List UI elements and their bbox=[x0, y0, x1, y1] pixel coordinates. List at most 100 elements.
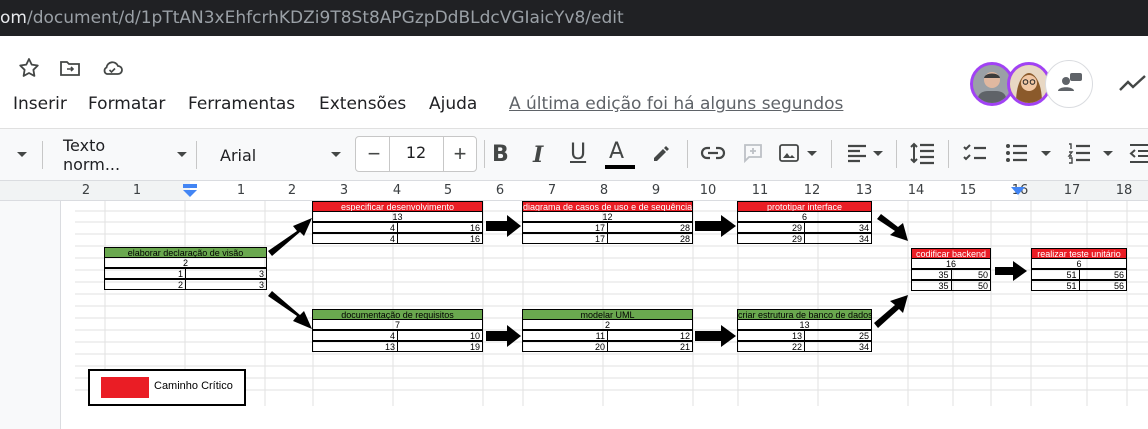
add-comment-icon[interactable] bbox=[742, 142, 764, 164]
indent-marker-icon[interactable] bbox=[182, 183, 198, 199]
divider bbox=[196, 141, 197, 169]
task-duration: 13 bbox=[312, 211, 483, 222]
task-duration: 6 bbox=[737, 211, 872, 222]
late-finish: 16 bbox=[397, 234, 482, 244]
late-finish: 34 bbox=[804, 342, 871, 352]
font-select-value: Arial bbox=[220, 145, 257, 165]
duration-value: 6 bbox=[801, 212, 807, 222]
italic-button[interactable]: I bbox=[533, 142, 543, 168]
address-bar[interactable]: om/document/d/1pTtAN3xEhfcrhKDZi9T8St8AP… bbox=[0, 0, 1148, 36]
task-early-row: 11 12 bbox=[522, 330, 693, 341]
ruler-label: 1 bbox=[132, 183, 142, 198]
menu-extensions[interactable]: Extensões bbox=[319, 94, 406, 114]
menu-insert[interactable]: Inserir bbox=[13, 94, 67, 114]
docs-window: om/document/d/1pTtAN3xEhfcrhKDZi9T8St8AP… bbox=[0, 0, 1148, 429]
insert-image-icon[interactable] bbox=[778, 142, 800, 164]
ruler-label: 5 bbox=[443, 183, 453, 198]
url-path: /document/d/1pTtAN3xEhfcrhKDZi9T8St8APGz… bbox=[26, 8, 624, 28]
early-start: 17 bbox=[594, 223, 605, 233]
early-start: 1 bbox=[177, 269, 183, 279]
ruler-label: 10 bbox=[699, 183, 717, 198]
task-early-row: 17 28 bbox=[522, 222, 693, 233]
last-edit-link[interactable]: A última edição foi há alguns segundos bbox=[509, 94, 843, 114]
menu-format[interactable]: Formatar bbox=[88, 94, 165, 114]
menu-tools[interactable]: Ferramentas bbox=[188, 94, 295, 114]
early-finish: 28 bbox=[607, 223, 692, 233]
ruler-label: 15 bbox=[959, 183, 977, 198]
anonymous-viewers-button[interactable] bbox=[1045, 60, 1093, 108]
task-title: modelar UML bbox=[522, 309, 693, 319]
bulleted-list-icon[interactable] bbox=[1005, 142, 1029, 164]
chevron-down-icon[interactable] bbox=[806, 150, 818, 158]
ruler-label: 7 bbox=[547, 183, 557, 198]
chevron-down-icon bbox=[331, 152, 341, 157]
task-title: diagrama de casos de uso e de sequência bbox=[522, 201, 693, 211]
task-early-row: 13 25 bbox=[737, 330, 872, 341]
decrease-indent-icon[interactable] bbox=[1128, 142, 1148, 164]
star-icon[interactable] bbox=[17, 56, 41, 80]
chevron-down-icon[interactable] bbox=[1102, 150, 1114, 158]
underline-button[interactable]: U bbox=[570, 140, 586, 165]
right-indent-marker-icon[interactable] bbox=[1011, 185, 1025, 197]
task-node-elaborar: elaborar declaração de visão 2 13 23 bbox=[104, 247, 267, 290]
arrow-icon bbox=[268, 291, 312, 329]
ruler-label: 11 bbox=[751, 183, 769, 198]
style-select[interactable]: Texto norm... bbox=[63, 129, 188, 181]
font-size-input[interactable]: 12 bbox=[390, 143, 442, 162]
font-select[interactable]: Arial bbox=[220, 129, 345, 181]
task-node-diagrama: diagrama de casos de uso e de sequência … bbox=[522, 201, 693, 244]
chevron-down-icon[interactable] bbox=[16, 151, 28, 159]
align-left-icon[interactable] bbox=[846, 143, 868, 163]
early-start: 4 bbox=[389, 223, 395, 233]
legend: Caminho Crítico bbox=[88, 369, 246, 406]
chevron-down-icon[interactable] bbox=[872, 150, 884, 158]
late-finish: 50 bbox=[950, 281, 991, 291]
decrease-font-size-button[interactable]: − bbox=[362, 140, 386, 168]
divider bbox=[484, 140, 485, 168]
early-finish: 25 bbox=[804, 331, 871, 341]
ruler-label: 13 bbox=[855, 183, 873, 198]
task-node-documentacao: documentação de requisitos 7 4 10 13 19 bbox=[312, 309, 483, 352]
task-title: criar estrutura de banco de dados bbox=[737, 309, 872, 319]
line-spacing-icon[interactable] bbox=[910, 141, 936, 165]
menu-help[interactable]: Ajuda bbox=[429, 94, 477, 114]
task-node-teste: realizar teste unitário 6 51 56 51 56 bbox=[1031, 248, 1127, 291]
increase-font-size-button[interactable]: + bbox=[448, 140, 472, 168]
ruler-label: 2 bbox=[287, 183, 297, 198]
cloud-saved-icon[interactable] bbox=[100, 56, 124, 80]
arrow-icon bbox=[877, 214, 908, 241]
text-color-button[interactable]: A bbox=[609, 139, 624, 164]
task-title: codificar backend bbox=[911, 248, 991, 258]
link-icon[interactable] bbox=[700, 143, 726, 163]
divider bbox=[896, 140, 897, 168]
task-duration: 12 bbox=[522, 211, 693, 222]
user-photo-icon bbox=[973, 65, 1011, 103]
late-finish: 28 bbox=[607, 234, 692, 244]
duration-value: 2 bbox=[604, 320, 610, 330]
bold-button[interactable]: B bbox=[492, 142, 509, 167]
move-folder-icon[interactable] bbox=[58, 56, 82, 80]
duration-value: 12 bbox=[602, 212, 613, 222]
late-start: 17 bbox=[594, 234, 605, 244]
task-duration: 16 bbox=[911, 258, 991, 269]
arrow-icon bbox=[486, 325, 521, 347]
numbered-list-icon[interactable] bbox=[1067, 142, 1091, 164]
arrow-icon bbox=[995, 261, 1027, 281]
trending-icon[interactable] bbox=[1118, 72, 1148, 96]
ruler-label: 3 bbox=[339, 183, 349, 198]
task-late-row: 35 50 bbox=[911, 280, 991, 291]
ruler-label: 1 bbox=[236, 183, 246, 198]
checklist-icon[interactable] bbox=[962, 142, 988, 164]
chevron-down-icon bbox=[177, 152, 188, 157]
task-title: documentação de requisitos bbox=[312, 309, 483, 319]
task-early-row: 29 34 bbox=[737, 222, 872, 233]
task-late-row: 51 56 bbox=[1031, 280, 1127, 291]
task-early-row: 13 bbox=[104, 268, 267, 279]
ruler[interactable]: 2 1 1 2 3 4 5 6 7 8 9 10 11 12 13 14 15 … bbox=[0, 180, 1148, 201]
chevron-down-icon[interactable] bbox=[1040, 150, 1052, 158]
late-start: 51 bbox=[1066, 281, 1077, 291]
highlight-icon[interactable] bbox=[650, 142, 672, 164]
divider bbox=[831, 140, 832, 168]
late-finish: 3 bbox=[185, 280, 266, 290]
late-start: 29 bbox=[791, 234, 802, 244]
